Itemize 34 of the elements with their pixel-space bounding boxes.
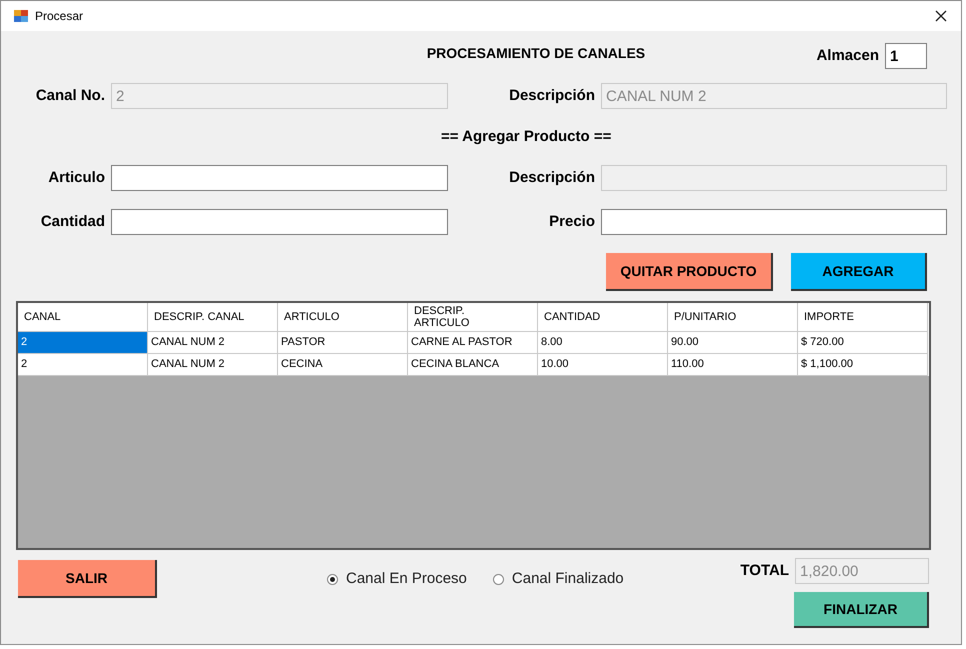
action-button[interactable]: QUITAR PRODUCTO	[606, 253, 773, 291]
form-heading: PROCESAMIENTO DE CANALES	[426, 44, 646, 63]
table-cell: CECINA BLANCA	[408, 354, 538, 376]
table-cell: 2	[18, 354, 148, 376]
table-cell: CANAL NUM 2	[148, 354, 278, 376]
field-label: TOTAL	[740, 560, 789, 581]
field-label: Canal No.	[34, 86, 105, 106]
radio-button[interactable]	[492, 574, 504, 584]
action-button[interactable]: AGREGAR	[791, 253, 927, 291]
input-field[interactable]	[111, 165, 448, 191]
input-field[interactable]	[601, 209, 947, 235]
radio-option[interactable]: Canal En Proceso	[327, 568, 467, 590]
table-cell: 2	[18, 332, 148, 354]
radio-button[interactable]	[327, 574, 338, 584]
input-field[interactable]: 1	[885, 43, 927, 69]
input-field[interactable]	[111, 209, 448, 235]
field-label: Descripción	[508, 168, 595, 188]
field-label: Almacen	[816, 46, 879, 66]
input-field: 1,820.00	[795, 558, 929, 584]
radio-option[interactable]: Canal Finalizado	[492, 568, 624, 590]
app-icon	[13, 8, 29, 24]
table-cell: $ 1,100.00	[798, 354, 928, 376]
table-cell: 10.00	[538, 354, 668, 376]
section-title: == Agregar Producto ==	[441, 126, 612, 147]
table-cell: CECINA	[278, 354, 408, 376]
table-cell: 110.00	[668, 354, 798, 376]
field-label: Articulo	[47, 168, 105, 188]
field-label: Cantidad	[40, 212, 105, 232]
finish-button[interactable]: FINALIZAR	[794, 592, 929, 628]
exit-button[interactable]: SALIR	[18, 560, 157, 598]
close-icon[interactable]	[935, 10, 947, 22]
field-label: Descripción	[508, 86, 595, 106]
window-title: Procesar	[35, 8, 84, 25]
field-label: Precio	[548, 212, 595, 232]
